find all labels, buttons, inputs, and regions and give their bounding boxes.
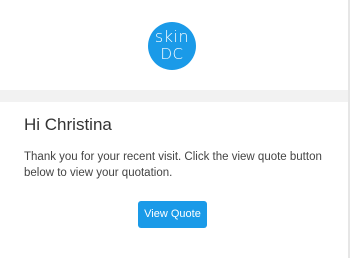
view-quote-button[interactable]: View Quote bbox=[138, 201, 207, 228]
greeting-heading: Hi Christina bbox=[24, 115, 112, 134]
logo-text-line2: DC bbox=[160, 45, 184, 63]
email-message: Thank you for your recent visit. Click t… bbox=[24, 151, 322, 179]
header-divider bbox=[0, 90, 348, 102]
skin-dc-logo: skin DC bbox=[148, 22, 196, 70]
logo-text-line1: skin bbox=[154, 27, 190, 46]
email-header: skin DC bbox=[0, 0, 348, 88]
email-card: skin DC Hi Christina Thank you for your … bbox=[0, 0, 350, 258]
